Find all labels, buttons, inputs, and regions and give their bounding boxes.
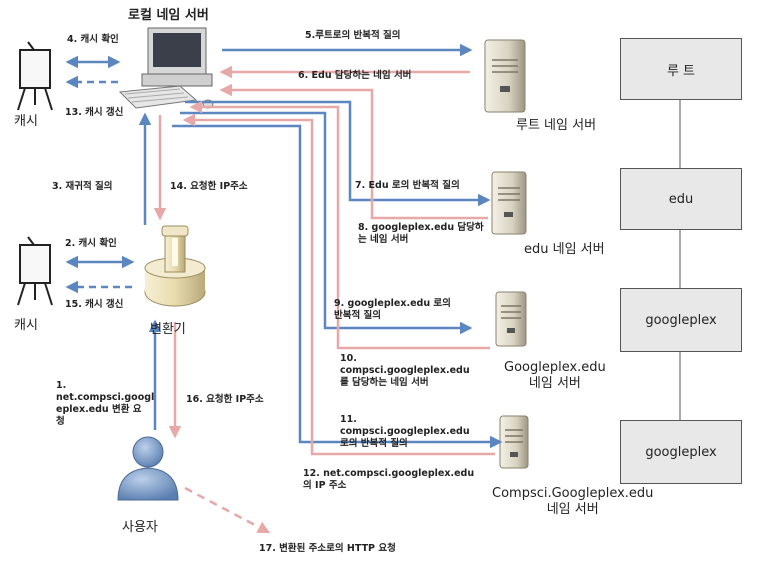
cache-arrows [65,55,135,294]
compsci-server-icon [499,415,529,469]
step-7-label: 7. Edu 로의 반복적 질의 [355,180,460,191]
root-server-icon [484,39,526,113]
user-label: 사용자 [122,520,158,535]
googleplex-server-icon [495,291,527,347]
root-server-label: 루트 네임 서버 [516,118,597,133]
hierarchy-googleplex: googleplex [620,288,742,352]
step-9-label: 9. googleplex.edu 로의 반복적 질의 [334,298,451,321]
edu-server-icon [491,171,527,235]
step-14-label: 14. 요청한 IP주소 [170,181,248,192]
step-13-label: 13. 캐시 갱신 [65,107,124,118]
cache-icon-bottom [17,236,53,306]
cache-icon-top [17,41,53,111]
step-5-label: 5.루트로의 반복적 질의 [305,30,401,41]
step-16-label: 16. 요청한 IP주소 [186,394,264,405]
edu-server-label: edu 네임 서버 [524,242,605,257]
step-4-label: 4. 캐시 확인 [67,34,119,45]
step-12-label: 12. net.compsci.googleplex.edu 의 IP 주소 [303,468,475,491]
googleplex-server-label: Googleplex.edu 네임 서버 [504,360,606,391]
step-8-label: 8. googleplex.edu 담당하 는 네임 서버 [358,222,484,245]
step-15-label: 15. 캐시 갱신 [65,299,124,310]
step-11-label: 11. compsci.googleplex.edu 로의 반복적 질의 [340,414,470,449]
hierarchy-compsci: googleplex [620,420,742,484]
step-3-label: 3. 재귀적 질의 [52,181,113,192]
converter-icon [144,225,206,307]
cache-top-label: 캐시 [14,114,38,129]
local-server-label: 로컬 네임 서버 [128,8,209,23]
step-6-label: 6. Edu 담당하는 네임 서버 [298,70,412,81]
step-10-label: 10. compsci.googleplex.edu 를 담당하는 네임 서버 [340,353,470,388]
user-icon [117,436,179,501]
compsci-server-label: Compsci.Googleplex.edu 네임 서버 [492,486,654,517]
step-17-label: 17. 변환된 주소로의 HTTP 요청 [259,543,396,554]
cache-bottom-label: 캐시 [14,318,38,333]
hierarchy-root: 루 트 [620,38,742,100]
hierarchy-edu: edu [620,168,742,230]
step-2-label: 2. 캐시 확인 [65,238,117,249]
step-1-label: 1. net.compsci.googl eplex.edu 변환 요 청 [56,380,155,427]
converter-label: 변환기 [150,322,186,337]
local-server-icon [118,27,214,109]
